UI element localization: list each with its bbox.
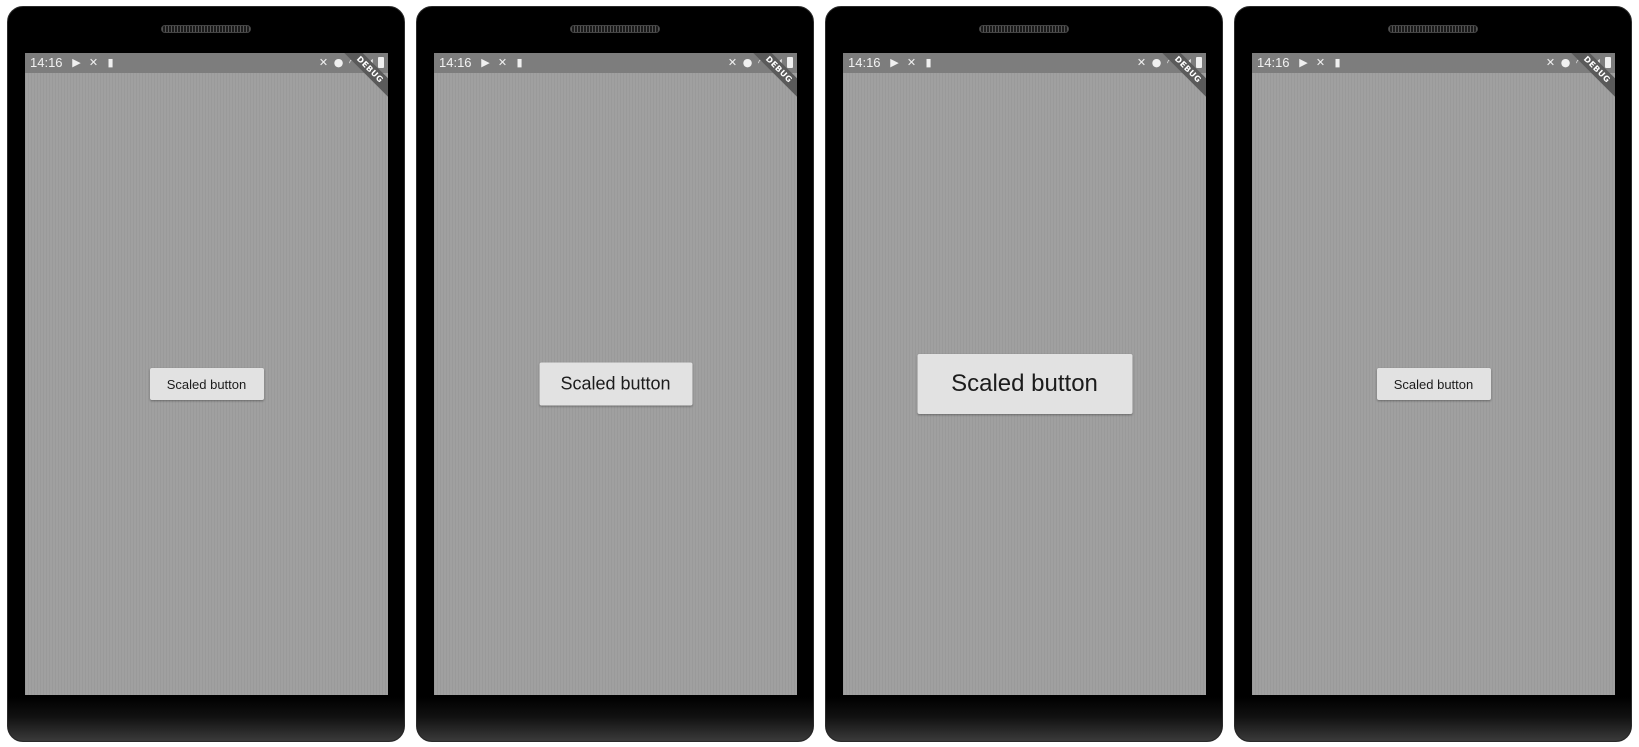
no-sim-icon: ✕ [1315, 56, 1326, 69]
status-bar: 14:16 ▶ ✕ ▮ ✕ ● ◠ ◢ [25, 53, 388, 73]
phone-chin [826, 697, 1222, 741]
scaled-button[interactable]: Scaled button [917, 354, 1132, 414]
app-content: Scaled button [843, 73, 1206, 695]
status-left-icons: ▶ ✕ ▮ [889, 53, 934, 73]
battery-icon [1196, 57, 1202, 68]
status-time: 14:16 [848, 55, 881, 70]
status-left-icons: ▶ ✕ ▮ [480, 53, 525, 73]
phone-chin [417, 697, 813, 741]
play-store-icon: ▶ [890, 56, 899, 69]
play-store-icon: ▶ [1299, 56, 1308, 69]
speaker-grille [1388, 25, 1478, 33]
phone-frame-1: 14:16 ▶ ✕ ▮ ✕ ● ◠ ◢ DEBUG Scaled button [7, 6, 405, 742]
sd-card-icon: ▮ [925, 56, 932, 69]
mute-icon: ✕ [318, 56, 329, 69]
no-sim-icon: ✕ [88, 56, 99, 69]
mute-icon: ✕ [1136, 56, 1147, 69]
status-time: 14:16 [30, 55, 63, 70]
status-time: 14:16 [1257, 55, 1290, 70]
battery-icon [787, 57, 793, 68]
mute-icon: ✕ [1545, 56, 1556, 69]
scaled-button[interactable]: Scaled button [149, 368, 264, 400]
speaker-grille [570, 25, 660, 33]
location-icon: ● [1560, 56, 1571, 69]
status-bar: 14:16 ▶ ✕ ▮ ✕ ● ◠ ◢ [843, 53, 1206, 73]
battery-icon [378, 57, 384, 68]
scaled-button[interactable]: Scaled button [539, 362, 692, 406]
no-sim-icon: ✕ [497, 56, 508, 69]
play-store-icon: ▶ [481, 56, 490, 69]
sd-card-icon: ▮ [516, 56, 523, 69]
status-bar: 14:16 ▶ ✕ ▮ ✕ ● ◠ ◢ [1252, 53, 1615, 73]
speaker-grille [979, 25, 1069, 33]
phone-frame-3: 14:16 ▶ ✕ ▮ ✕ ● ◠ ◢ DEBUG Scaled button [825, 6, 1223, 742]
status-time: 14:16 [439, 55, 472, 70]
location-icon: ● [333, 56, 344, 69]
screenshot-stage: 14:16 ▶ ✕ ▮ ✕ ● ◠ ◢ DEBUG Scaled button [0, 0, 1639, 747]
no-sim-icon: ✕ [906, 56, 917, 69]
app-content: Scaled button [1252, 73, 1615, 695]
sd-card-icon: ▮ [107, 56, 114, 69]
phone-frame-4: 14:16 ▶ ✕ ▮ ✕ ● ◠ ◢ DEBUG Scaled button [1234, 6, 1632, 742]
phone-screen-3: 14:16 ▶ ✕ ▮ ✕ ● ◠ ◢ DEBUG Scaled button [843, 53, 1206, 695]
phone-chin [8, 697, 404, 741]
location-icon: ● [742, 56, 753, 69]
phone-chin [1235, 697, 1631, 741]
speaker-grille [161, 25, 251, 33]
mute-icon: ✕ [727, 56, 738, 69]
scaled-button[interactable]: Scaled button [1376, 368, 1491, 400]
phone-screen-4: 14:16 ▶ ✕ ▮ ✕ ● ◠ ◢ DEBUG Scaled button [1252, 53, 1615, 695]
phone-screen-1: 14:16 ▶ ✕ ▮ ✕ ● ◠ ◢ DEBUG Scaled button [25, 53, 388, 695]
battery-icon [1605, 57, 1611, 68]
app-content: Scaled button [25, 73, 388, 695]
app-content: Scaled button [434, 73, 797, 695]
phone-screen-2: 14:16 ▶ ✕ ▮ ✕ ● ◠ ◢ DEBUG Scaled button [434, 53, 797, 695]
status-left-icons: ▶ ✕ ▮ [71, 53, 116, 73]
location-icon: ● [1151, 56, 1162, 69]
status-left-icons: ▶ ✕ ▮ [1298, 53, 1343, 73]
phone-frame-2: 14:16 ▶ ✕ ▮ ✕ ● ◠ ◢ DEBUG Scaled button [416, 6, 814, 742]
play-store-icon: ▶ [72, 56, 81, 69]
status-bar: 14:16 ▶ ✕ ▮ ✕ ● ◠ ◢ [434, 53, 797, 73]
sd-card-icon: ▮ [1334, 56, 1341, 69]
